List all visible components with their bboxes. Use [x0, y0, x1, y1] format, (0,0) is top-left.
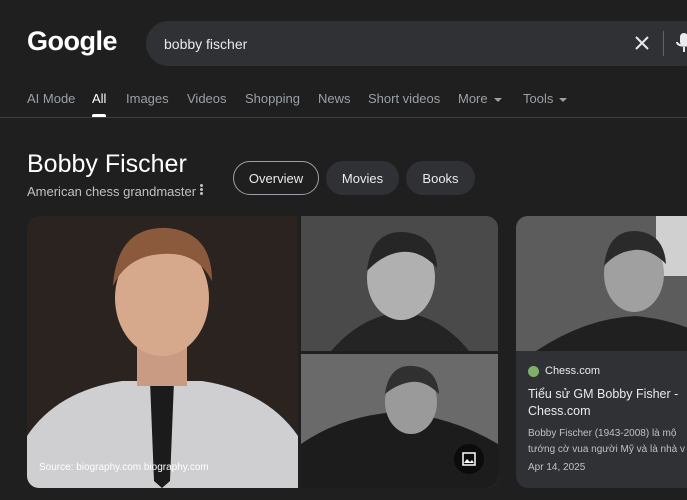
search-divider — [663, 31, 664, 56]
main-image[interactable]: Source: biography.com biography.com — [27, 216, 298, 488]
result-site-name: Chess.com — [545, 365, 601, 377]
portrait-photo — [27, 216, 298, 488]
chip-movies[interactable]: Movies — [326, 161, 399, 195]
tab-ai-mode[interactable]: AI Mode — [27, 91, 75, 106]
header-divider — [0, 117, 687, 118]
google-logo[interactable]: Google — [27, 26, 118, 57]
result-snippet: Bobby Fischer (1943-2008) là mộ tướng cờ… — [528, 428, 686, 455]
chevron-down-icon — [559, 97, 568, 102]
tab-all[interactable]: All — [92, 91, 107, 117]
tab-shopping[interactable]: Shopping — [245, 91, 300, 106]
tab-videos[interactable]: Videos — [187, 91, 227, 106]
header: Google AI Mode All Images Videos Shoppin… — [0, 0, 687, 120]
result-title[interactable]: Tiểu sử GM Bobby Fisher - Chess.com — [528, 386, 687, 420]
more-options-icon[interactable] — [197, 183, 205, 197]
tab-images[interactable]: Images — [126, 91, 169, 106]
result-card-image — [516, 216, 687, 351]
chip-books[interactable]: Books — [406, 161, 475, 195]
chevron-down-icon — [493, 97, 502, 102]
entity-title: Bobby Fischer — [27, 150, 187, 178]
tab-more-label: More — [458, 91, 488, 106]
microphone-icon[interactable] — [674, 32, 687, 54]
result-card[interactable]: Chess.com Tiểu sử GM Bobby Fisher - Ches… — [516, 216, 687, 488]
tab-more[interactable]: More — [458, 91, 502, 106]
tab-short-videos[interactable]: Short videos — [368, 91, 440, 106]
search-box[interactable] — [146, 21, 687, 66]
entity-description: American chess grandmaster — [27, 184, 197, 199]
search-input[interactable] — [164, 33, 604, 55]
tab-news[interactable]: News — [318, 91, 351, 106]
image-gallery-icon[interactable] — [454, 444, 484, 474]
image-thumbnail[interactable] — [301, 354, 498, 488]
image-thumbnail[interactable] — [301, 216, 498, 351]
tab-tools-label: Tools — [523, 91, 554, 106]
search-tabs: AI Mode All Images Videos Shopping News … — [0, 88, 687, 118]
smiling-photo — [301, 216, 498, 351]
result-date: Apr 14, 2025 — [528, 462, 586, 473]
result-site[interactable]: Chess.com — [528, 365, 600, 377]
close-icon[interactable] — [632, 33, 652, 53]
image-source: Source: biography.com biography.com — [39, 462, 209, 473]
chip-overview[interactable]: Overview — [233, 161, 319, 195]
tab-tools[interactable]: Tools — [523, 91, 568, 106]
chess-com-favicon-icon — [528, 365, 539, 377]
